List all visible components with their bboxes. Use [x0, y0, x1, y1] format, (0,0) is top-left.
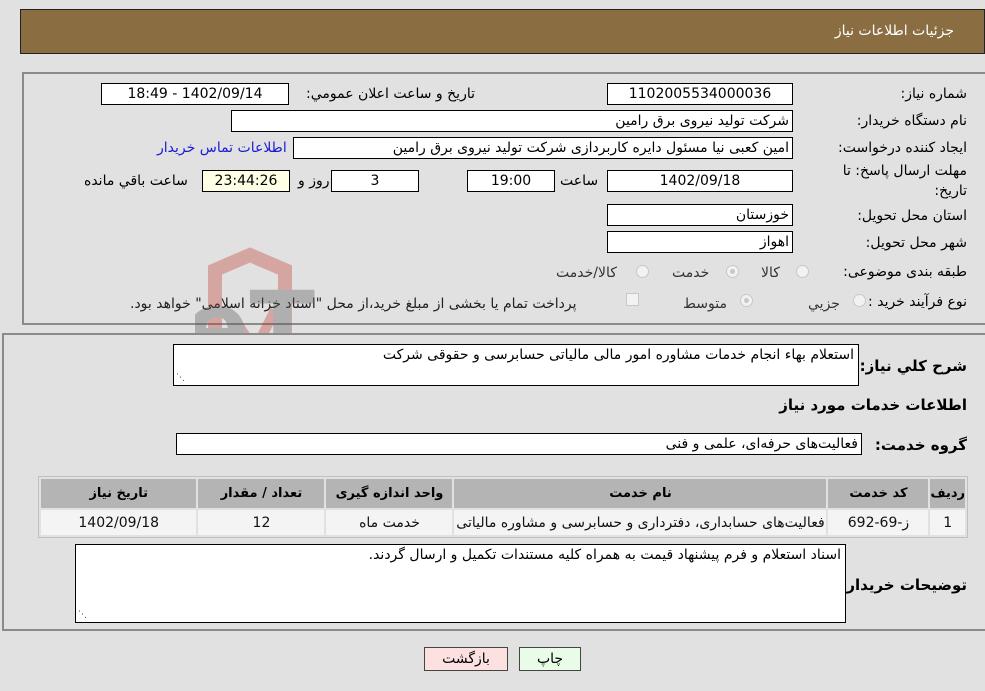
col-header-service-code: کد خدمت	[828, 479, 929, 508]
need-number-field: 1102005534000036	[607, 83, 793, 105]
province-label: استان محل تحویل:	[857, 208, 967, 224]
col-header-quantity: تعداد / مقدار	[198, 479, 325, 508]
category-radio-service[interactable]	[726, 265, 739, 278]
treasury-checkbox-label: پرداخت تمام یا بخشی از مبلغ خرید،از محل …	[130, 296, 577, 312]
announce-label: تاریخ و ساعت اعلان عمومي:	[306, 86, 475, 102]
cell-service-name: فعالیت‌های حسابداری، دفترداری و حسابرسی …	[454, 510, 827, 535]
table-header-row: ردیف کد خدمت نام خدمت واحد اندازه گیری ت…	[41, 479, 965, 508]
print-button[interactable]: چاپ	[519, 647, 581, 671]
requester-label: ایجاد کننده درخواست:	[838, 140, 967, 156]
treasury-checkbox[interactable]	[626, 293, 639, 306]
requester-field: امین کعبی نیا مسئول دایره کاربردازی شرکت…	[293, 137, 793, 159]
service-group-label: گروه خدمت:	[874, 436, 967, 454]
resize-grip-icon[interactable]: ⋰	[78, 611, 87, 620]
buyer-org-label: نام دستگاه خریدار:	[856, 113, 967, 129]
col-header-unit: واحد اندازه گیری	[326, 479, 453, 508]
category-option-goods: کالا	[761, 265, 780, 281]
buyer-notes-text: اسناد استعلام و فرم پیشنهاد قیمت به همرا…	[368, 547, 841, 563]
resize-grip-icon[interactable]: ⋰	[176, 374, 185, 383]
process-radio-minor[interactable]	[853, 294, 866, 307]
days-remaining-field: 3	[331, 170, 419, 192]
days-label: روز و	[298, 173, 330, 189]
table-row: 1 ز-69-692 فعالیت‌های حسابداری، دفترداری…	[41, 510, 965, 535]
remaining-label: ساعت باقي مانده	[84, 173, 188, 189]
buyer-notes-textarea[interactable]: اسناد استعلام و فرم پیشنهاد قیمت به همرا…	[75, 544, 846, 623]
deadline-time-label: ساعت	[560, 173, 599, 189]
back-button[interactable]: بازگشت	[424, 647, 508, 671]
summary-label: شرح كلي نياز:	[859, 357, 967, 375]
deadline-label-date: تاریخ:	[934, 183, 967, 199]
province-field: خوزستان	[607, 204, 793, 226]
deadline-date-field: 1402/09/18	[607, 170, 793, 192]
page-header: جزئیات اطلاعات نیاز	[20, 9, 985, 54]
cell-row-number: 1	[930, 510, 965, 535]
cell-quantity: 12	[198, 510, 325, 535]
summary-text: استعلام بهاء انجام خدمات مشاوره امور مال…	[382, 347, 854, 363]
services-heading: اطلاعات خدمات مورد نياز	[779, 396, 967, 414]
buyer-contact-link[interactable]: اطلاعات تماس خریدار	[157, 140, 287, 156]
col-header-need-date: تاریخ نیاز	[41, 479, 197, 508]
col-header-row-number: ردیف	[930, 479, 965, 508]
page-title: جزئیات اطلاعات نیاز	[834, 23, 954, 39]
summary-textarea[interactable]: استعلام بهاء انجام خدمات مشاوره امور مال…	[173, 344, 859, 386]
city-label: شهر محل تحویل:	[865, 235, 967, 251]
process-radio-medium[interactable]	[740, 294, 753, 307]
services-table: ردیف کد خدمت نام خدمت واحد اندازه گیری ت…	[38, 476, 968, 538]
cell-service-code: ز-69-692	[828, 510, 929, 535]
buyer-org-field: شرکت تولید نیروی برق رامین	[231, 110, 793, 132]
col-header-service-name: نام خدمت	[454, 479, 827, 508]
process-option-medium: متوسط	[683, 296, 727, 312]
remaining-time-field: 23:44:26	[202, 170, 290, 192]
deadline-time-field: 19:00	[467, 170, 555, 192]
cell-need-date: 1402/09/18	[41, 510, 197, 535]
category-radio-goods-service[interactable]	[636, 265, 649, 278]
buyer-notes-label: توضیحات خریدار:	[840, 576, 967, 594]
category-label: طبقه بندی موضوعی:	[843, 264, 967, 280]
process-label: نوع فرآیند خرید :	[868, 294, 967, 310]
process-option-minor: جزيي	[808, 296, 840, 312]
category-option-service: خدمت	[672, 265, 710, 281]
cell-unit: خدمت ماه	[326, 510, 453, 535]
city-field: اهواز	[607, 231, 793, 253]
announce-datetime-field: 1402/09/14 - 18:49	[101, 83, 289, 105]
category-option-goods-service: کالا/خدمت	[556, 265, 617, 281]
service-group-field: فعالیت‌های حرفه‌ای، علمی و فنی	[176, 433, 862, 455]
need-number-label: شماره نیاز:	[900, 86, 968, 102]
deadline-label: مهلت ارسال پاسخ: تا	[842, 163, 967, 179]
category-radio-goods[interactable]	[796, 265, 809, 278]
